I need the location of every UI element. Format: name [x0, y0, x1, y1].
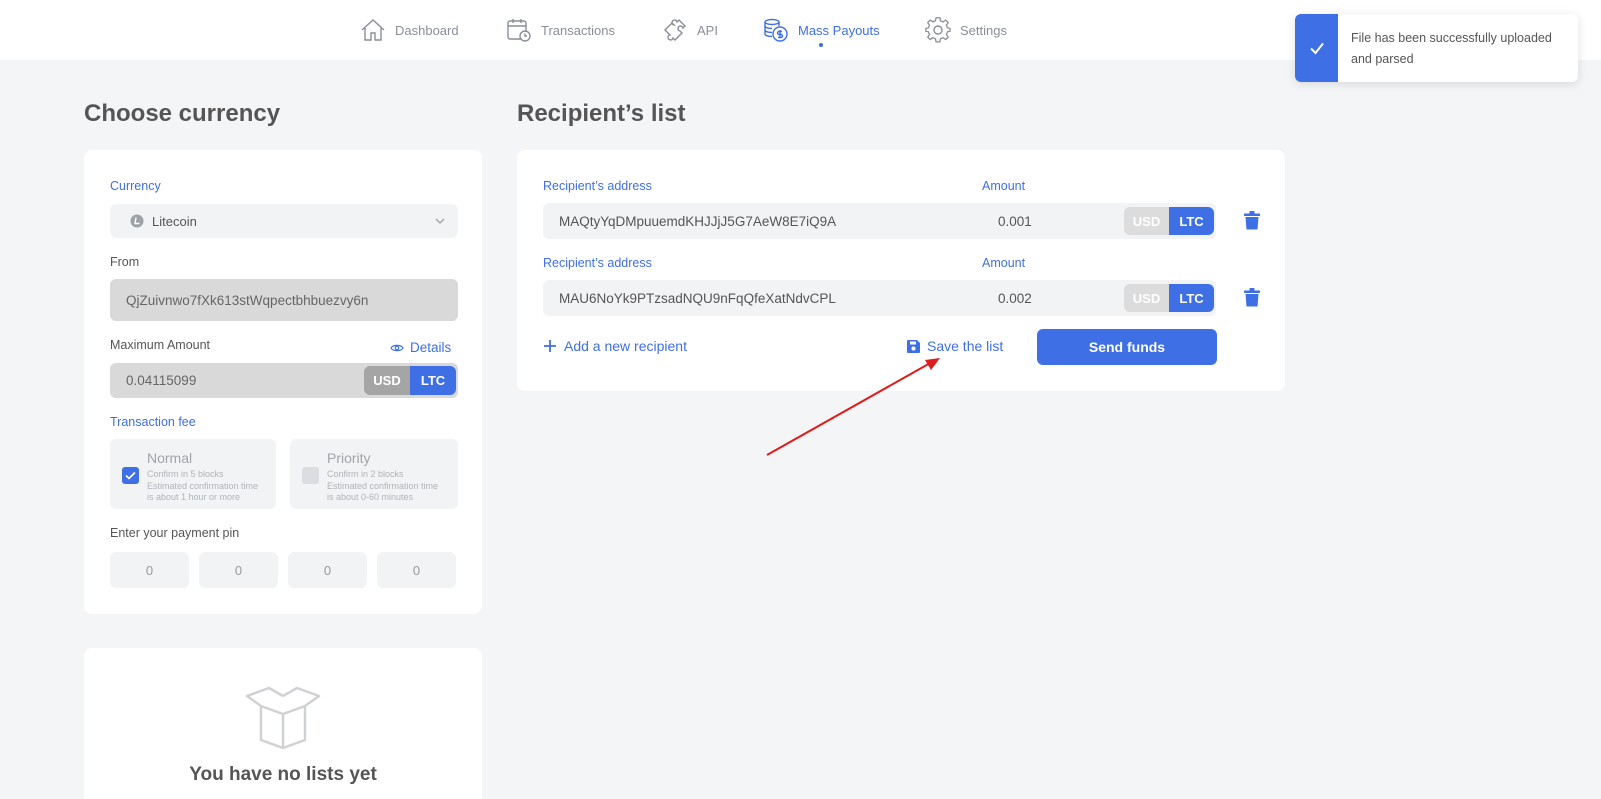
gear-icon — [925, 17, 951, 43]
currency-value: Litecoin — [152, 213, 197, 229]
add-recipient-label: Add a new recipient — [564, 338, 687, 354]
recipient-address-input[interactable]: MAQtyYqDMpuuemdKHJJjJ5G7AeW8E7iQ9A — [543, 203, 993, 239]
nav-label: Settings — [960, 22, 1007, 38]
trash-icon[interactable] — [1244, 211, 1260, 230]
eye-icon — [390, 344, 404, 351]
ltc-toggle[interactable]: LTC — [410, 366, 456, 395]
usd-toggle[interactable]: USD — [1124, 207, 1169, 235]
currency-card: Currency Litecoin From QjZuivnwo7fXk613s… — [84, 150, 482, 614]
nav-label: Transactions — [541, 22, 615, 38]
from-address-field: QjZuivnwo7fXk613stWqpectbhbuezvy6n — [110, 279, 458, 321]
amount-label: Amount — [982, 256, 1026, 270]
nav-settings[interactable]: Settings — [924, 0, 1007, 60]
fee-line: Estimated confirmation time — [327, 480, 439, 491]
fee-option-priority[interactable]: Priority Confirm in 2 blocks Estimated c… — [290, 439, 458, 509]
check-icon — [125, 471, 136, 480]
details-link[interactable]: Details — [390, 340, 451, 355]
recipient-address-value: MAQtyYqDMpuuemdKHJJjJ5G7AeW8E7iQ9A — [559, 213, 837, 229]
amount-value: 0.001 — [998, 213, 1032, 229]
no-lists-text: You have no lists yet — [189, 764, 377, 785]
litecoin-icon — [130, 214, 144, 228]
choose-currency-title: Choose currency — [84, 100, 281, 127]
coins-icon — [764, 18, 788, 42]
fee-line: is about 0-60 minutes — [327, 492, 414, 502]
payment-pin-label: Enter your payment pin — [110, 526, 240, 540]
nav-dashboard[interactable]: Dashboard — [359, 0, 459, 60]
priority-checkbox[interactable] — [302, 467, 319, 484]
nav-label: Dashboard — [395, 22, 459, 38]
max-amount-currency-toggle: USD LTC — [364, 366, 456, 395]
maximum-amount-label: Maximum Amount — [110, 338, 211, 352]
amount-currency-toggle: USD LTC — [1124, 207, 1214, 235]
empty-box-icon — [245, 686, 321, 750]
pin-input-4[interactable]: 0 — [377, 552, 456, 588]
currency-label: Currency — [110, 179, 161, 193]
normal-checkbox[interactable] — [122, 467, 139, 484]
currency-select[interactable]: Litecoin — [110, 204, 458, 238]
pin-input-3[interactable]: 0 — [288, 552, 367, 588]
active-indicator — [818, 43, 823, 47]
from-address-value: QjZuivnwo7fXk613stWqpectbhbuezvy6n — [126, 292, 369, 308]
usd-toggle[interactable]: USD — [1124, 284, 1169, 312]
home-icon — [361, 19, 385, 41]
pin-input-1[interactable]: 0 — [110, 552, 189, 588]
toast-status-bar — [1295, 14, 1338, 82]
fee-line: is about 1 hour or more — [147, 492, 241, 502]
fee-description: Confirm in 5 blocks Estimated confirmati… — [147, 469, 277, 504]
pin-input-2[interactable]: 0 — [199, 552, 278, 588]
recipients-title: Recipient’s list — [517, 100, 686, 127]
success-toast: File has been successfully uploaded and … — [1295, 14, 1578, 82]
annotation-arrow — [766, 358, 940, 456]
recipient-address-label: Recipient’s address — [543, 179, 652, 193]
nav-label: API — [697, 22, 718, 38]
amount-currency-toggle: USD LTC — [1124, 284, 1214, 312]
puzzle-icon — [664, 19, 686, 41]
transaction-fee-label: Transaction fee — [110, 415, 196, 429]
fee-option-normal[interactable]: Normal Confirm in 5 blocks Estimated con… — [110, 439, 276, 509]
add-recipient-link[interactable]: Add a new recipient — [543, 338, 687, 354]
fee-line: Confirm in 2 blocks — [327, 469, 404, 479]
usd-toggle[interactable]: USD — [364, 366, 410, 395]
floppy-disk-icon — [907, 339, 920, 353]
nav-transactions[interactable]: Transactions — [505, 0, 615, 60]
fee-line: Confirm in 5 blocks — [147, 469, 224, 479]
calendar-clock-icon — [507, 19, 531, 42]
details-label: Details — [410, 340, 452, 355]
recipient-address-label: Recipient’s address — [543, 256, 652, 270]
toast-message: File has been successfully uploaded and … — [1351, 31, 1552, 66]
ltc-toggle[interactable]: LTC — [1169, 284, 1214, 312]
saved-lists-card: You have no lists yet — [84, 648, 482, 799]
maximum-amount-value: 0.04115099 — [126, 373, 197, 388]
amount-label: Amount — [982, 179, 1026, 193]
ltc-toggle[interactable]: LTC — [1169, 207, 1214, 235]
fee-title: Normal — [147, 450, 193, 466]
trash-icon[interactable] — [1244, 288, 1260, 307]
send-funds-button[interactable]: Send funds — [1037, 329, 1217, 365]
nav-api[interactable]: API — [661, 0, 718, 60]
from-label: From — [110, 255, 140, 269]
plus-icon — [544, 340, 556, 352]
fee-description: Confirm in 2 blocks Estimated confirmati… — [327, 469, 457, 504]
fee-line: Estimated confirmation time — [147, 480, 259, 491]
recipient-address-input[interactable]: MAU6NoYk9PTzsadNQU9nFqQfeXatNdvCPL — [543, 280, 993, 316]
chevron-down-icon — [435, 218, 445, 224]
check-icon — [1309, 42, 1324, 55]
nav-mass-payouts[interactable]: Mass Payouts — [762, 0, 880, 60]
recipient-address-value: MAU6NoYk9PTzsadNQU9nFqQfeXatNdvCPL — [559, 290, 836, 306]
fee-title: Priority — [327, 450, 371, 466]
amount-value: 0.002 — [998, 290, 1032, 306]
nav-label: Mass Payouts — [798, 22, 880, 38]
